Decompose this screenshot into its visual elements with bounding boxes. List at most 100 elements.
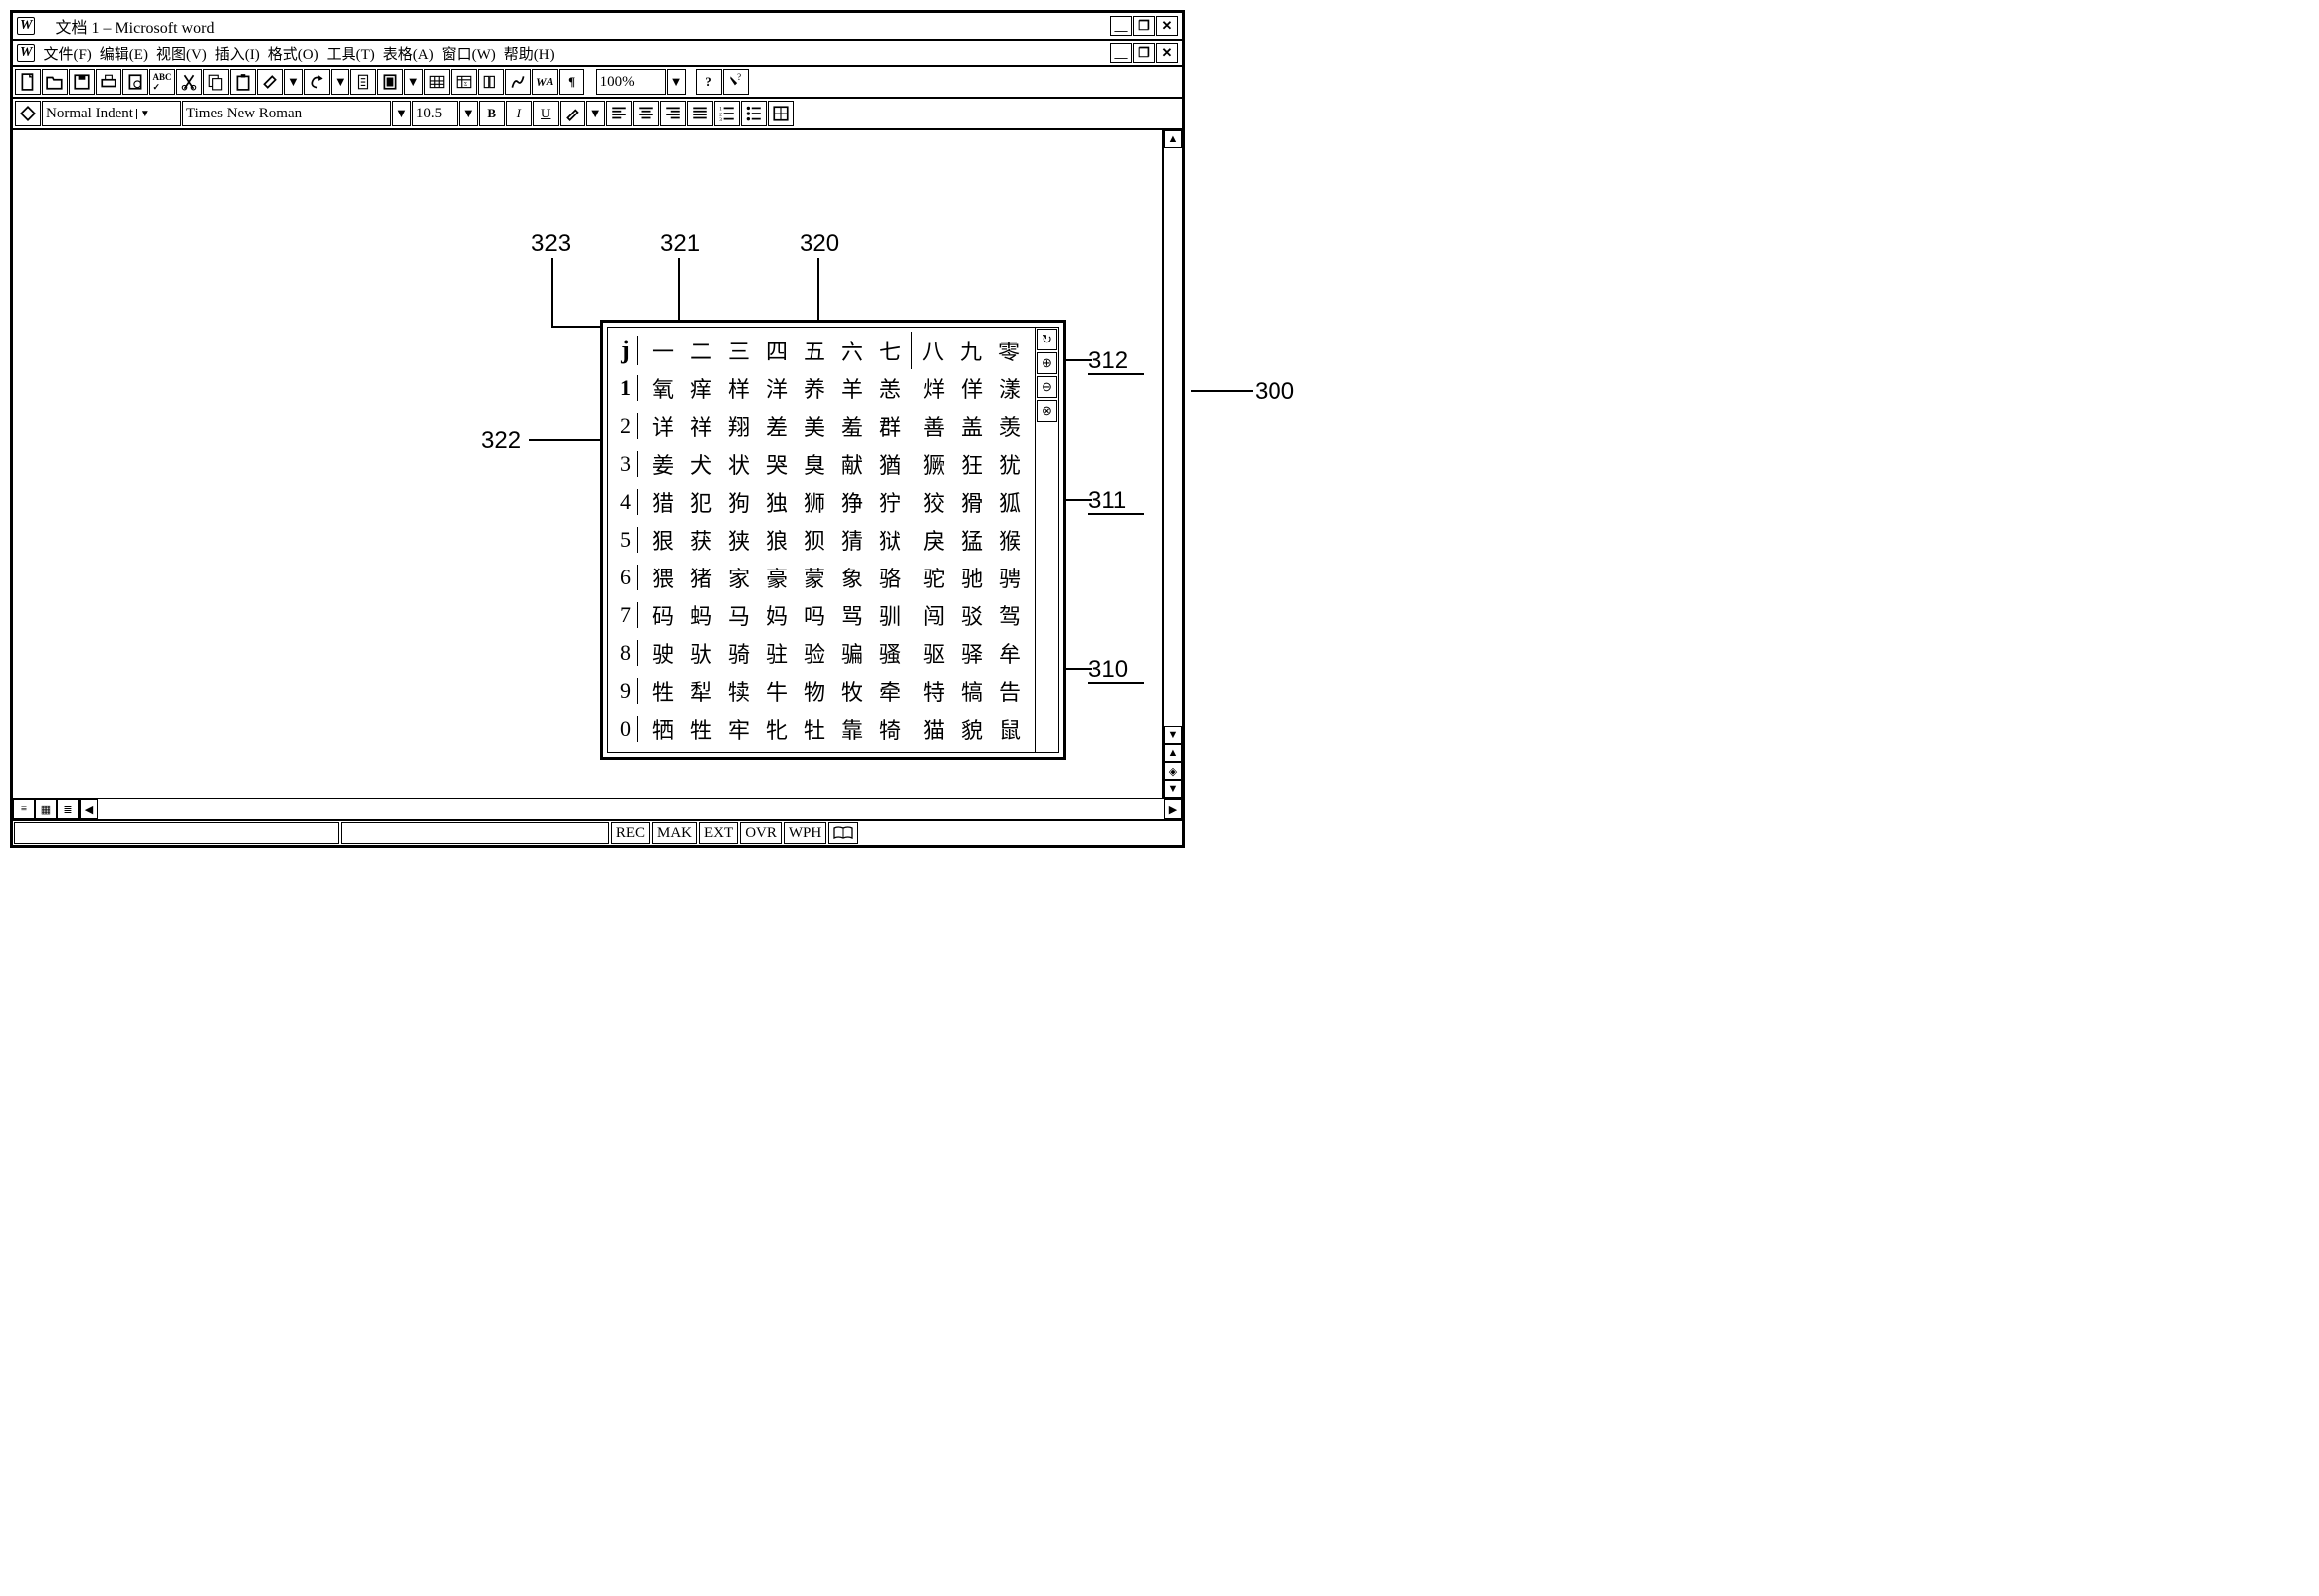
whats-this-button[interactable]: ? [723,69,749,95]
ime-candidate[interactable]: 驾 [991,599,1029,631]
redo-dropdown-icon[interactable]: ▼ [331,69,349,95]
ime-candidate[interactable]: 痒 [682,372,720,404]
ime-candidate[interactable]: 牲 [644,675,682,707]
insert-autotext-button[interactable] [377,69,403,95]
scroll-down-icon[interactable]: ▼ [1164,726,1182,744]
spellcheck-button[interactable]: ABC✓ [149,69,175,95]
normal-view-button[interactable]: ≡ [13,799,35,819]
ime-candidate[interactable]: 牢 [720,713,758,745]
scroll-track[interactable] [1164,148,1182,726]
ime-candidate[interactable]: 牲 [682,713,720,745]
menu-help[interactable]: 帮助(H) [500,43,559,64]
ime-candidate[interactable]: 犁 [682,675,720,707]
doc-minimize-button[interactable]: __ [1110,43,1132,63]
ime-candidate[interactable]: 美 [796,410,833,442]
show-paragraph-button[interactable]: ¶ [559,69,584,95]
highlight-dropdown-icon[interactable]: ▼ [586,101,605,126]
ime-candidate[interactable]: 狈 [796,524,833,556]
ime-refresh-button[interactable]: ↻ [1037,329,1057,350]
ime-candidate[interactable]: 状 [720,448,758,480]
insert-worksheet-button[interactable]: Σ [451,69,477,95]
ime-candidate[interactable]: 驶 [644,637,682,669]
ime-candidate[interactable]: 蒙 [796,562,833,593]
ime-candidate[interactable]: 善 [915,410,953,442]
hscroll-track[interactable] [98,799,1164,819]
ime-candidate[interactable]: 狱 [871,524,909,556]
status-ext[interactable]: EXT [699,822,738,844]
ime-candidate[interactable]: 犊 [720,675,758,707]
ime-candidate[interactable]: 群 [871,410,909,442]
ime-candidate[interactable]: 牡 [796,713,833,745]
prev-page-icon[interactable]: ▲ [1164,744,1182,762]
ime-candidate[interactable]: 骆 [871,562,909,593]
status-mak[interactable]: MAK [652,822,697,844]
borders-button[interactable] [768,101,794,126]
ime-candidate[interactable]: 驰 [953,562,991,593]
ime-plus-button[interactable]: ⊕ [1037,352,1057,374]
ime-candidate[interactable]: 臭 [796,448,833,480]
ime-candidate[interactable]: 狐 [991,486,1029,518]
ime-candidate[interactable]: 狭 [720,524,758,556]
ime-candidate[interactable]: 象 [833,562,871,593]
fontsize-dropdown[interactable]: 10.5 [412,101,458,126]
maximize-button[interactable]: ❐ [1133,16,1155,36]
ime-candidate[interactable]: 获 [682,524,720,556]
align-left-button[interactable] [606,101,632,126]
preview-button[interactable] [122,69,148,95]
autotext-dropdown-icon[interactable]: ▼ [404,69,423,95]
align-center-button[interactable] [633,101,659,126]
ime-minus-button[interactable]: ⊖ [1037,376,1057,398]
ime-candidate[interactable]: 骂 [833,599,871,631]
ime-candidate[interactable]: 猾 [953,486,991,518]
ime-candidate[interactable]: 狼 [758,524,796,556]
ime-candidate[interactable]: 貌 [953,713,991,745]
ime-candidate[interactable]: 洋 [758,372,796,404]
drawing-button[interactable] [505,69,531,95]
ime-candidate[interactable]: 豪 [758,562,796,593]
close-button[interactable]: ✕ [1156,16,1178,36]
minimize-button[interactable]: __ [1110,16,1132,36]
ime-candidate[interactable]: 猜 [833,524,871,556]
ime-candidate[interactable]: 佯 [953,372,991,404]
ime-candidate[interactable]: 猴 [991,524,1029,556]
ime-candidate[interactable]: 靠 [833,713,871,745]
ime-candidate[interactable]: 闯 [915,599,953,631]
ime-candidate[interactable]: 马 [720,599,758,631]
paste-button[interactable] [230,69,256,95]
ime-candidate[interactable]: 犒 [953,675,991,707]
scroll-right-icon[interactable]: ▶ [1164,799,1182,819]
ime-candidate[interactable]: 猛 [953,524,991,556]
ime-candidate[interactable]: 狂 [953,448,991,480]
ime-candidate[interactable]: 牧 [833,675,871,707]
ime-candidate[interactable]: 养 [796,372,833,404]
ime-candidate[interactable]: 蚂 [682,599,720,631]
status-wph[interactable]: WPH [784,822,826,844]
menu-format[interactable]: 格式(O) [264,43,323,64]
ime-close-button[interactable]: ⊗ [1037,400,1057,422]
ime-candidate[interactable]: 吗 [796,599,833,631]
ime-candidate[interactable]: 狗 [720,486,758,518]
ime-candidate[interactable]: 猶 [871,448,909,480]
bullet-list-button[interactable] [741,101,767,126]
scroll-up-icon[interactable]: ▲ [1164,130,1182,148]
zoom-dropdown-arrow-icon[interactable]: ▼ [667,69,686,95]
ime-candidate[interactable]: 盖 [953,410,991,442]
ime-candidate[interactable]: 骚 [871,637,909,669]
format-painter-button[interactable] [257,69,283,95]
document-area[interactable]: ▲ ▼ ▲ ◈ ▼ 323 321 320 322 312 311 310 [13,130,1182,798]
ime-candidate[interactable]: 差 [758,410,796,442]
next-page-icon[interactable]: ▼ [1164,780,1182,798]
help-button[interactable]: ? [696,69,722,95]
ime-candidate[interactable]: 猫 [915,713,953,745]
vertical-scrollbar[interactable]: ▲ ▼ ▲ ◈ ▼ [1162,130,1182,798]
ime-candidate[interactable]: 祥 [682,410,720,442]
ime-candidate[interactable]: 狰 [833,486,871,518]
ime-candidate[interactable]: 姜 [644,448,682,480]
open-button[interactable] [42,69,68,95]
ime-candidate[interactable]: 骑 [720,637,758,669]
ime-candidate[interactable]: 献 [833,448,871,480]
menu-view[interactable]: 视图(V) [152,43,211,64]
ime-candidate[interactable]: 驻 [758,637,796,669]
ime-candidate[interactable]: 狞 [871,486,909,518]
ime-candidate[interactable]: 样 [720,372,758,404]
